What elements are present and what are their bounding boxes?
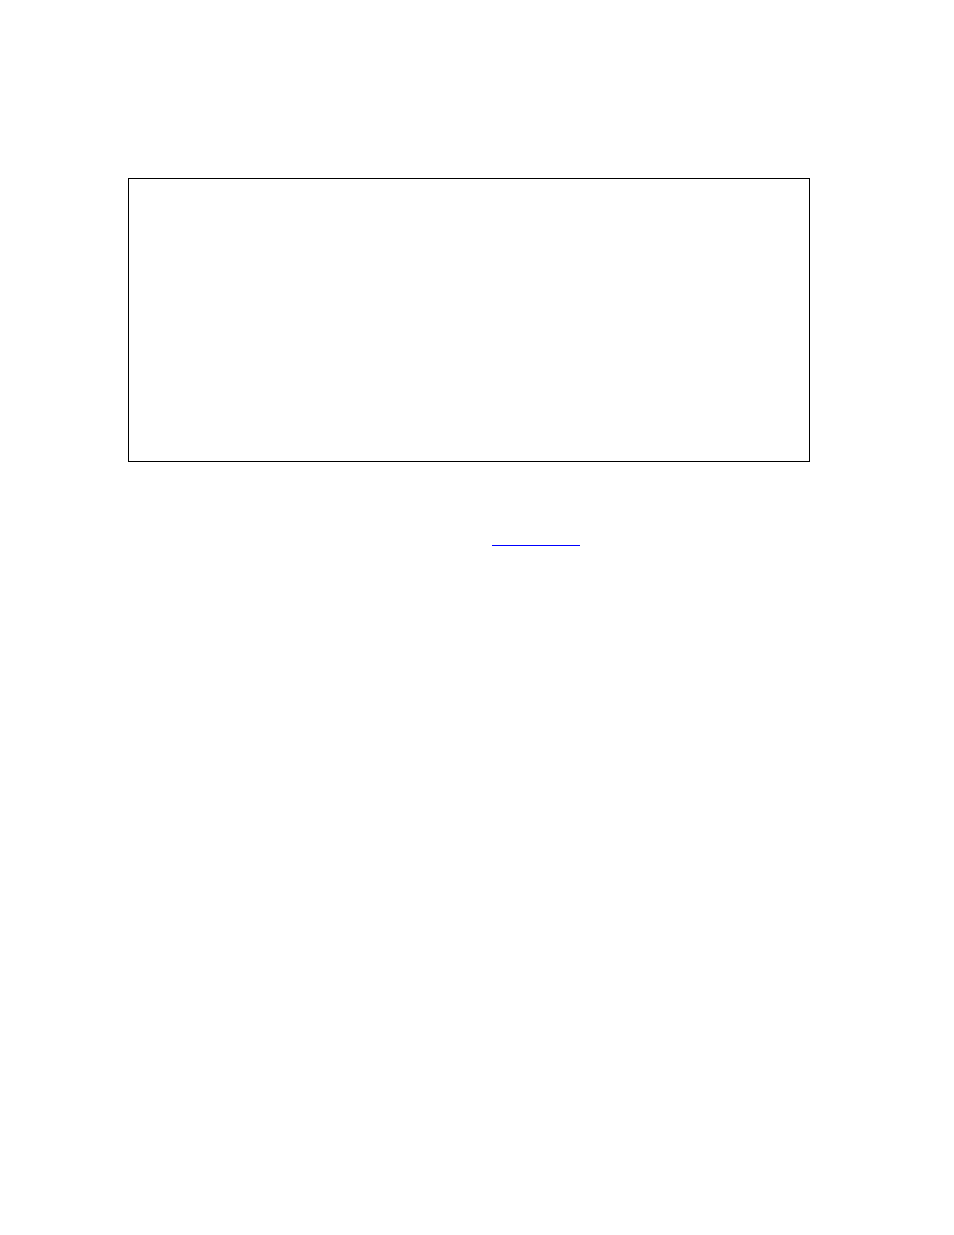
link-underline[interactable] [492, 545, 580, 546]
content-box [128, 178, 810, 462]
